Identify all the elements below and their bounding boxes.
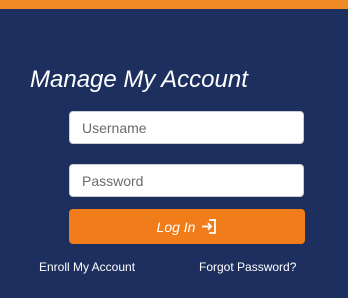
username-input[interactable]	[69, 111, 304, 144]
login-button[interactable]: Log In	[69, 209, 305, 244]
enroll-account-link[interactable]: Enroll My Account	[39, 260, 135, 274]
forgot-password-link[interactable]: Forgot Password?	[199, 260, 296, 274]
panel-title: Manage My Account	[30, 66, 248, 93]
manage-account-panel: Manage My Account Log In Enroll My Accou…	[0, 0, 348, 298]
sign-in-icon	[200, 218, 217, 235]
password-input[interactable]	[69, 164, 304, 197]
login-button-label: Log In	[156, 218, 196, 235]
